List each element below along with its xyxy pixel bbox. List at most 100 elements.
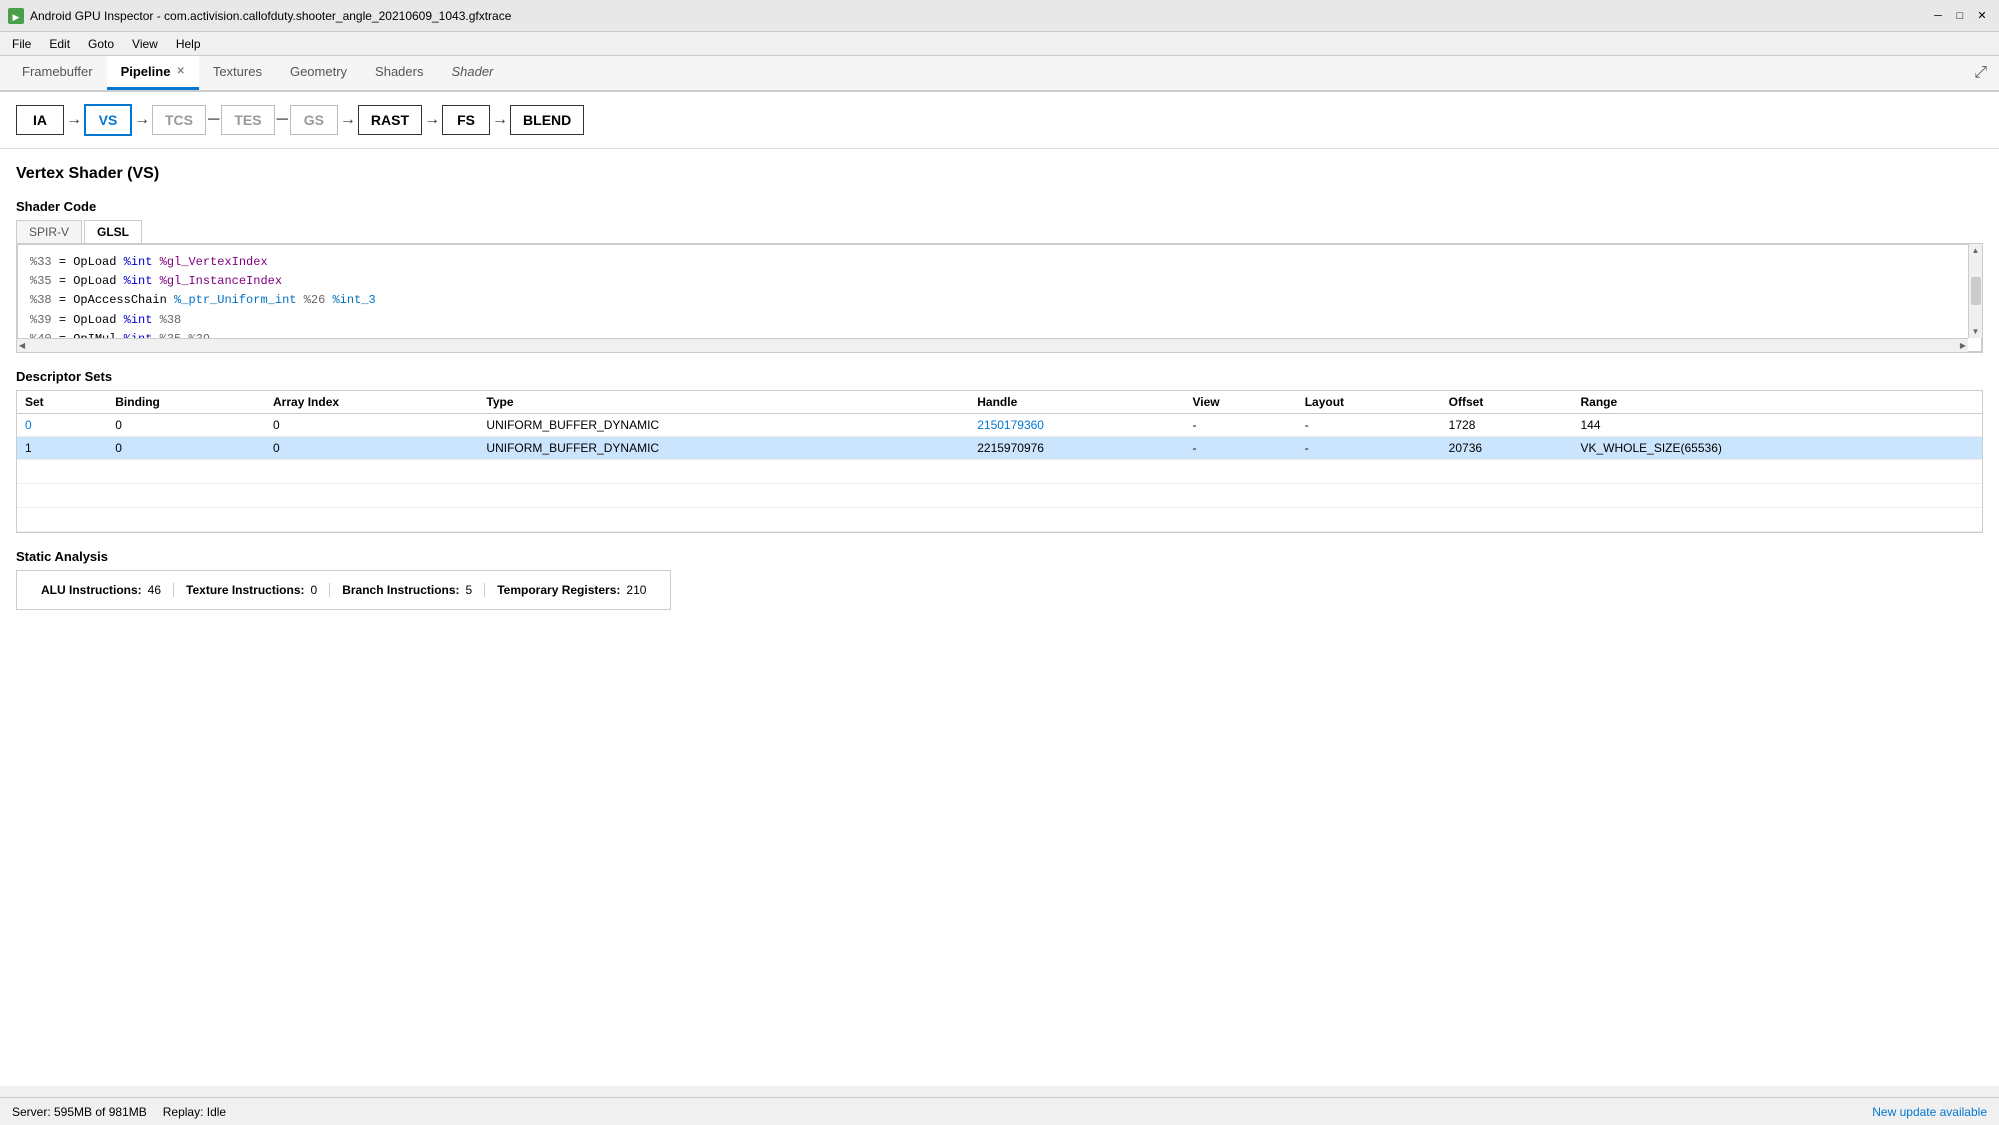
update-link[interactable]: New update available — [1872, 1105, 1987, 1119]
stage-vs-box[interactable]: VS — [84, 104, 132, 136]
table-row-empty-3 — [17, 508, 1982, 532]
stage-tes-box[interactable]: TES — [221, 105, 274, 135]
table-header-row: Set Binding Array Index Type Handle View… — [17, 391, 1982, 414]
cell-offset-0: 1728 — [1441, 414, 1573, 437]
stage-gs: GS — [290, 105, 338, 135]
stat-branch-value: 5 — [466, 583, 473, 597]
stage-blend-box[interactable]: BLEND — [510, 105, 584, 135]
shader-code-title: Shader Code — [16, 199, 1983, 214]
cell-range-0: 144 — [1572, 414, 1982, 437]
cell-array-1: 0 — [265, 437, 478, 460]
cell-binding-1: 0 — [107, 437, 265, 460]
col-offset: Offset — [1441, 391, 1573, 414]
menu-goto[interactable]: Goto — [80, 35, 122, 53]
stage-rast-box[interactable]: RAST — [358, 105, 422, 135]
code-tab-glsl[interactable]: GLSL — [84, 220, 142, 243]
stage-ia: IA — [16, 105, 64, 135]
tab-pipeline[interactable]: Pipeline ✕ — [107, 56, 199, 90]
stat-alu-label: ALU Instructions: — [41, 583, 142, 597]
arrow-tes-gs: ─ — [277, 111, 288, 129]
stage-ia-box[interactable]: IA — [16, 105, 64, 135]
tab-shaders[interactable]: Shaders — [361, 56, 437, 90]
col-layout: Layout — [1297, 391, 1441, 414]
scroll-left-icon[interactable]: ◀ — [19, 341, 25, 350]
stat-temp-reg-value: 210 — [626, 583, 646, 597]
replay-status: Replay: Idle — [163, 1105, 226, 1119]
arrow-gs-rast: → — [340, 111, 356, 129]
descriptor-sets-title: Descriptor Sets — [16, 369, 1983, 384]
stage-rast: RAST — [358, 105, 422, 135]
tab-geometry[interactable]: Geometry — [276, 56, 361, 90]
title-bar: ▶ Android GPU Inspector - com.activision… — [0, 0, 1999, 32]
stat-branch: Branch Instructions: 5 — [330, 583, 485, 597]
col-range: Range — [1572, 391, 1982, 414]
stage-tcs: TCS — [152, 105, 206, 135]
cell-layout-0: - — [1297, 414, 1441, 437]
col-type: Type — [478, 391, 969, 414]
maximize-icon[interactable]: ⤢ — [1970, 60, 1991, 86]
stage-vs: VS — [84, 104, 132, 136]
close-pipeline-icon[interactable]: ✕ — [176, 66, 184, 77]
close-button[interactable]: ✕ — [1973, 7, 1991, 25]
table-row-empty-1 — [17, 460, 1982, 484]
col-view: View — [1184, 391, 1296, 414]
window-controls: ─ □ ✕ — [1929, 7, 1991, 25]
tab-framebuffer[interactable]: Framebuffer — [8, 56, 107, 90]
restore-button[interactable]: □ — [1951, 7, 1969, 25]
menu-help[interactable]: Help — [168, 35, 209, 53]
scroll-thumb-v — [1971, 277, 1981, 305]
stat-alu-value: 46 — [148, 583, 161, 597]
descriptor-table: Set Binding Array Index Type Handle View… — [17, 391, 1982, 532]
cell-range-1: VK_WHOLE_SIZE(65536) — [1572, 437, 1982, 460]
stat-temp-reg-label: Temporary Registers: — [497, 583, 620, 597]
menu-edit[interactable]: Edit — [41, 35, 78, 53]
stage-blend: BLEND — [510, 105, 584, 135]
code-tab-spirv[interactable]: SPIR-V — [16, 220, 82, 243]
status-bar-left: Server: 595MB of 981MB Replay: Idle — [12, 1105, 226, 1119]
arrow-ia-vs: → — [66, 111, 82, 129]
title-bar-left: ▶ Android GPU Inspector - com.activision… — [8, 8, 511, 24]
col-binding: Binding — [107, 391, 265, 414]
static-analysis-title: Static Analysis — [16, 549, 1983, 564]
tab-textures[interactable]: Textures — [199, 56, 276, 90]
code-editor[interactable]: %33 = OpLoad %int %gl_VertexIndex %35 = … — [17, 244, 1982, 352]
table-row: 1 0 0 UNIFORM_BUFFER_DYNAMIC 2215970976 … — [17, 437, 1982, 460]
col-array-index: Array Index — [265, 391, 478, 414]
app-icon: ▶ — [8, 8, 24, 24]
static-analysis-box: ALU Instructions: 46 Texture Instruction… — [16, 570, 671, 610]
arrow-fs-blend: → — [492, 111, 508, 129]
svg-text:▶: ▶ — [13, 12, 20, 22]
arrow-tcs-tes: ─ — [208, 111, 219, 129]
code-scrollbar-v[interactable]: ▲ ▼ — [1968, 244, 1982, 338]
cell-set-0: 0 — [17, 414, 107, 437]
stat-alu: ALU Instructions: 46 — [29, 583, 174, 597]
code-line-1: %33 = OpLoad %int %gl_VertexIndex — [30, 253, 1961, 272]
stat-texture-value: 0 — [311, 583, 318, 597]
stage-fs-box[interactable]: FS — [442, 105, 490, 135]
stage-tcs-box[interactable]: TCS — [152, 105, 206, 135]
col-handle: Handle — [969, 391, 1184, 414]
scroll-up-icon[interactable]: ▲ — [1972, 246, 1980, 255]
tab-shader[interactable]: Shader — [437, 56, 507, 90]
cell-handle-0: 2150179360 — [969, 414, 1184, 437]
cell-array-0: 0 — [265, 414, 478, 437]
code-scrollbar-h[interactable]: ◀ ▶ — [17, 338, 1968, 352]
code-tabs: SPIR-V GLSL — [16, 220, 1983, 244]
cell-handle-1: 2215970976 — [969, 437, 1184, 460]
set-0-link[interactable]: 0 — [25, 418, 32, 432]
handle-0-link[interactable]: 2150179360 — [977, 418, 1044, 432]
scroll-down-icon[interactable]: ▼ — [1972, 327, 1980, 336]
cell-view-1: - — [1184, 437, 1296, 460]
window-title: Android GPU Inspector - com.activision.c… — [30, 9, 511, 23]
scroll-right-icon[interactable]: ▶ — [1960, 341, 1966, 350]
stage-gs-box[interactable]: GS — [290, 105, 338, 135]
code-line-3: %38 = OpAccessChain %_ptr_Uniform_int %2… — [30, 291, 1961, 310]
menu-view[interactable]: View — [124, 35, 166, 53]
cell-type-1: UNIFORM_BUFFER_DYNAMIC — [478, 437, 969, 460]
cell-view-0: - — [1184, 414, 1296, 437]
col-set: Set — [17, 391, 107, 414]
menu-file[interactable]: File — [4, 35, 39, 53]
stage-fs: FS — [442, 105, 490, 135]
minimize-button[interactable]: ─ — [1929, 7, 1947, 25]
stage-tes: TES — [221, 105, 274, 135]
